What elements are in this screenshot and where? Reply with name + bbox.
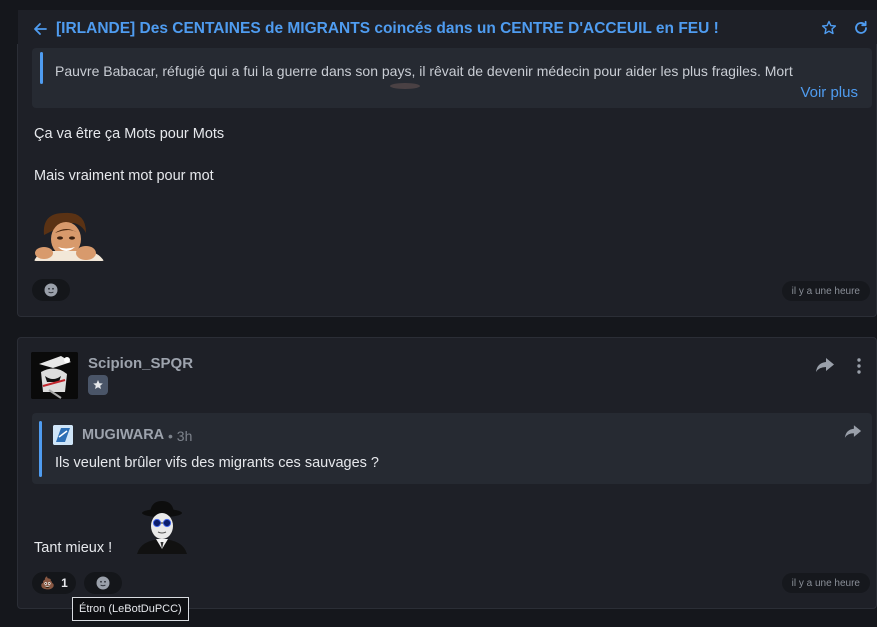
share-icon[interactable]	[815, 357, 835, 378]
emoji-face-icon	[44, 283, 58, 297]
reaction-poop[interactable]: 💩 1	[32, 572, 76, 594]
quoted-user-avatar[interactable]	[53, 425, 73, 445]
post-card: Pauvre Babacar, réfugié qui a fui la gue…	[17, 44, 877, 317]
add-reaction-button[interactable]	[84, 572, 122, 594]
add-reaction-button[interactable]	[32, 279, 70, 301]
rank-star-badge-icon	[88, 375, 108, 395]
quoted-text: Ils veulent brûler vifs des migrants ces…	[55, 455, 379, 471]
post-text-line: Tant mieux !	[34, 540, 113, 556]
quoted-message: Pauvre Babacar, réfugié qui a fui la gue…	[32, 48, 872, 108]
username[interactable]: Scipion_SPQR	[88, 355, 193, 372]
reaction-tooltip: Étron (LeBotDuPCC)	[72, 597, 189, 621]
poop-emoji-icon: 💩	[40, 576, 56, 590]
emoji-face-icon	[96, 576, 110, 590]
refresh-icon[interactable]	[851, 17, 871, 39]
share-icon[interactable]	[844, 424, 862, 444]
sticker-image[interactable]	[135, 498, 189, 554]
quoted-message: MUGIWARA • 3h Ils veulent brûler vifs de…	[32, 413, 872, 484]
back-arrow-icon[interactable]	[28, 17, 52, 41]
post-timestamp: il y a une heure	[781, 573, 870, 593]
see-more-link[interactable]: Voir plus	[800, 84, 858, 101]
reaction-count: 1	[61, 576, 68, 590]
post-text-line: Ça va être ça Mots pour Mots	[34, 126, 225, 142]
post-text-line: Mais vraiment mot pour mot	[34, 168, 214, 184]
quote-bar	[40, 52, 43, 84]
post-card: Scipion_SPQR MUGIWARA • 3h Ils veulent b…	[17, 337, 877, 609]
quote-bar	[39, 421, 42, 477]
quote-text: Pauvre Babacar, réfugié qui a fui la gue…	[55, 63, 793, 79]
more-options-icon[interactable]	[852, 356, 866, 376]
topic-title[interactable]: [IRLANDE] Des CENTAINES de MIGRANTS coin…	[56, 20, 719, 38]
reaction-sticker-image[interactable]	[34, 207, 104, 261]
quoted-username[interactable]: MUGIWARA	[82, 427, 164, 443]
post-timestamp: il y a une heure	[781, 281, 870, 301]
topic-header: [IRLANDE] Des CENTAINES de MIGRANTS coin…	[18, 10, 877, 48]
quote-image-fragment	[390, 83, 420, 89]
user-avatar[interactable]	[31, 352, 78, 399]
quoted-time: • 3h	[168, 428, 193, 444]
star-icon[interactable]	[819, 17, 839, 39]
